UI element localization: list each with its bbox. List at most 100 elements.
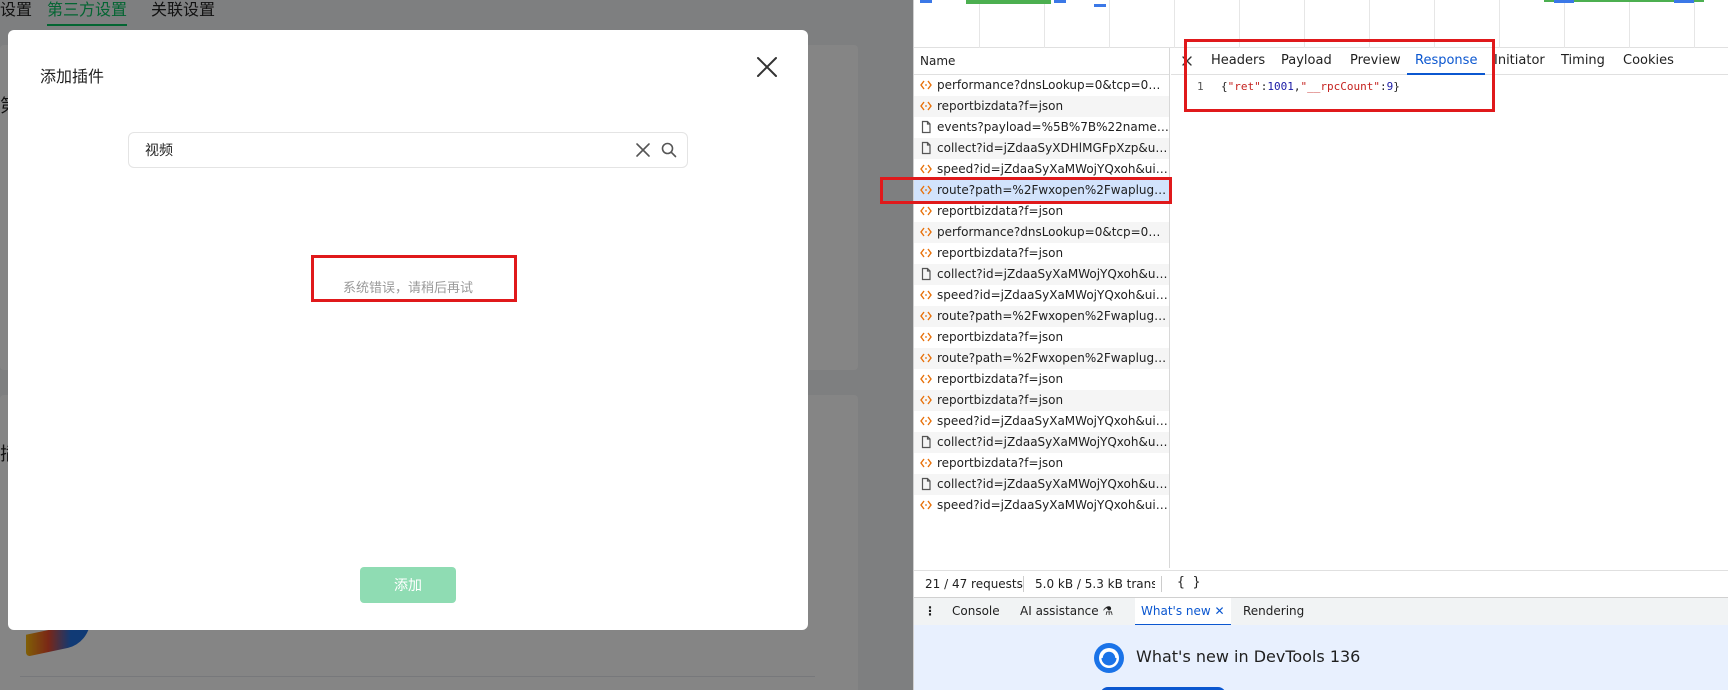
search-icon[interactable] [660, 141, 678, 159]
request-name: events?payload=%5B%7B%22name%... [937, 120, 1169, 134]
request-name: reportbizdata?f=json [937, 99, 1064, 113]
request-row[interactable]: route?path=%2Fwxopen%2Fwaplugin... [914, 306, 1169, 327]
request-row[interactable]: performance?dnsLookup=0&tcp=0&s... [914, 222, 1169, 243]
request-name: speed?id=jZdaaSyXaMWojYQxoh&uin... [937, 288, 1169, 302]
xhr-icon [919, 99, 933, 113]
xhr-icon [919, 225, 933, 239]
tab-payload[interactable]: Payload [1281, 48, 1332, 75]
xhr-icon [919, 498, 933, 512]
xhr-icon [919, 204, 933, 218]
request-name: route?path=%2Fwxopen%2Fwaplugin... [937, 183, 1169, 197]
document-icon [919, 141, 933, 155]
drawer-tab-ai-assistance[interactable]: AI assistance ⚗ [1020, 598, 1113, 626]
request-row[interactable]: collect?id=jZdaaSyXaMWojYQxoh&uin... [914, 474, 1169, 495]
tab-headers[interactable]: Headers [1211, 48, 1265, 75]
tab-response[interactable]: Response [1407, 48, 1486, 75]
request-name: reportbizdata?f=json [937, 246, 1064, 260]
request-name: reportbizdata?f=json [937, 372, 1064, 386]
xhr-icon [919, 393, 933, 407]
request-name: reportbizdata?f=json [937, 330, 1064, 344]
xhr-icon [919, 309, 933, 323]
request-row[interactable]: speed?id=jZdaaSyXaMWojYQxoh&uin... [914, 159, 1169, 180]
xhr-icon [919, 162, 933, 176]
request-row[interactable]: speed?id=jZdaaSyXaMWojYQxoh&uin... [914, 411, 1169, 432]
whats-new-title: What's new in DevTools 136 [1136, 647, 1361, 666]
request-row[interactable]: reportbizdata?f=json [914, 453, 1169, 474]
xhr-icon [919, 330, 933, 344]
request-row[interactable]: events?payload=%5B%7B%22name%... [914, 117, 1169, 138]
request-name: collect?id=jZdaaSyXaMWojYQxoh&uin... [937, 267, 1169, 281]
request-row[interactable]: speed?id=jZdaaSyXaMWojYQxoh&uin... [914, 285, 1169, 306]
request-name: reportbizdata?f=json [937, 204, 1064, 218]
dialog-title: 添加插件 [40, 67, 105, 86]
request-row[interactable]: reportbizdata?f=json [914, 369, 1169, 390]
xhr-icon [919, 288, 933, 302]
request-row[interactable]: collect?id=jZdaaSyXDHlMGFpXzp&uin... [914, 138, 1169, 159]
clear-icon[interactable] [634, 141, 652, 159]
add-plugin-dialog: 添加插件 系统错误，请稍后再试 添加 [8, 30, 808, 630]
request-row[interactable]: collect?id=jZdaaSyXaMWojYQxoh&uin... [914, 264, 1169, 285]
request-name: reportbizdata?f=json [937, 393, 1064, 407]
pretty-print-icon[interactable]: { } [1177, 575, 1200, 590]
request-row[interactable]: collect?id=jZdaaSyXaMWojYQxoh&uin... [914, 432, 1169, 453]
network-overview[interactable] [914, 0, 1728, 48]
xhr-icon [919, 351, 933, 365]
document-icon [919, 120, 933, 134]
close-icon[interactable]: ✕ [1215, 604, 1225, 618]
request-count: 21 / 47 requests [925, 577, 1023, 591]
request-name: collect?id=jZdaaSyXaMWojYQxoh&uin... [937, 477, 1169, 491]
request-name: collect?id=jZdaaSyXaMWojYQxoh&uin... [937, 435, 1169, 449]
request-name: reportbizdata?f=json [937, 456, 1064, 470]
request-name: route?path=%2Fwxopen%2Fwaplugin... [937, 351, 1169, 365]
document-icon [919, 435, 933, 449]
request-list: Name performance?dnsLookup=0&tcp=0&s... r… [914, 48, 1170, 568]
tab-preview[interactable]: Preview [1350, 48, 1401, 75]
request-detail: Headers Payload Preview Response Initiat… [1171, 48, 1728, 568]
error-message: 系统错误，请稍后再试 [342, 281, 473, 296]
xhr-icon [919, 456, 933, 470]
xhr-icon [919, 246, 933, 260]
request-name: performance?dnsLookup=0&tcp=0&s... [937, 225, 1169, 239]
plugin-search-box [128, 132, 688, 168]
devtools-logo-icon [1092, 641, 1126, 675]
request-row[interactable]: reportbizdata?f=json [914, 243, 1169, 264]
xhr-icon [919, 372, 933, 386]
drawer-tab-rendering[interactable]: Rendering [1243, 598, 1304, 626]
request-name: speed?id=jZdaaSyXaMWojYQxoh&uin... [937, 498, 1169, 512]
close-icon[interactable] [1179, 53, 1195, 69]
tab-initiator[interactable]: Initiator [1494, 48, 1545, 75]
add-button[interactable]: 添加 [360, 567, 456, 603]
request-row[interactable]: performance?dnsLookup=0&tcp=0&s... [914, 75, 1169, 96]
drawer-tab-whats-new[interactable]: What's new ✕ [1135, 598, 1231, 626]
transfer-size: 5.0 kB / 5.3 kB transferre [1035, 577, 1155, 591]
request-row[interactable]: reportbizdata?f=json [914, 96, 1169, 117]
request-name: speed?id=jZdaaSyXaMWojYQxoh&uin... [937, 162, 1169, 176]
xhr-icon [919, 183, 933, 197]
tab-timing[interactable]: Timing [1561, 48, 1605, 75]
devtools-panel: Name performance?dnsLookup=0&tcp=0&s... r… [913, 0, 1728, 690]
detail-tabs: Headers Payload Preview Response Initiat… [1171, 48, 1728, 75]
plugin-search-input[interactable] [145, 139, 615, 161]
request-name: route?path=%2Fwxopen%2Fwaplugin... [937, 309, 1169, 323]
request-name: collect?id=jZdaaSyXDHlMGFpXzp&uin... [937, 141, 1169, 155]
request-name: performance?dnsLookup=0&tcp=0&s... [937, 78, 1169, 92]
tab-cookies[interactable]: Cookies [1623, 48, 1674, 75]
network-status-bar: 21 / 47 requests 5.0 kB / 5.3 kB transfe… [914, 570, 1728, 597]
devtools-drawer-tabs: ⋮ Console AI assistance ⚗ What's new ✕ R… [914, 597, 1728, 626]
request-row[interactable]: speed?id=jZdaaSyXaMWojYQxoh&uin... [914, 495, 1169, 516]
whats-new-panel: What's new in DevTools 136 [914, 625, 1728, 690]
request-row[interactable]: reportbizdata?f=json [914, 201, 1169, 222]
document-icon [919, 267, 933, 281]
name-column-header[interactable]: Name [914, 48, 1169, 75]
close-icon[interactable] [754, 54, 780, 80]
request-row[interactable]: reportbizdata?f=json [914, 327, 1169, 348]
document-icon [919, 477, 933, 491]
request-name: speed?id=jZdaaSyXaMWojYQxoh&uin... [937, 414, 1169, 428]
line-number: 1 [1197, 80, 1204, 93]
more-icon[interactable]: ⋮ [924, 598, 936, 626]
xhr-icon [919, 414, 933, 428]
request-row[interactable]: route?path=%2Fwxopen%2Fwaplugin... [914, 348, 1169, 369]
request-row[interactable]: reportbizdata?f=json [914, 390, 1169, 411]
request-row-selected[interactable]: route?path=%2Fwxopen%2Fwaplugin... [914, 180, 1169, 201]
drawer-tab-console[interactable]: Console [952, 598, 1000, 626]
